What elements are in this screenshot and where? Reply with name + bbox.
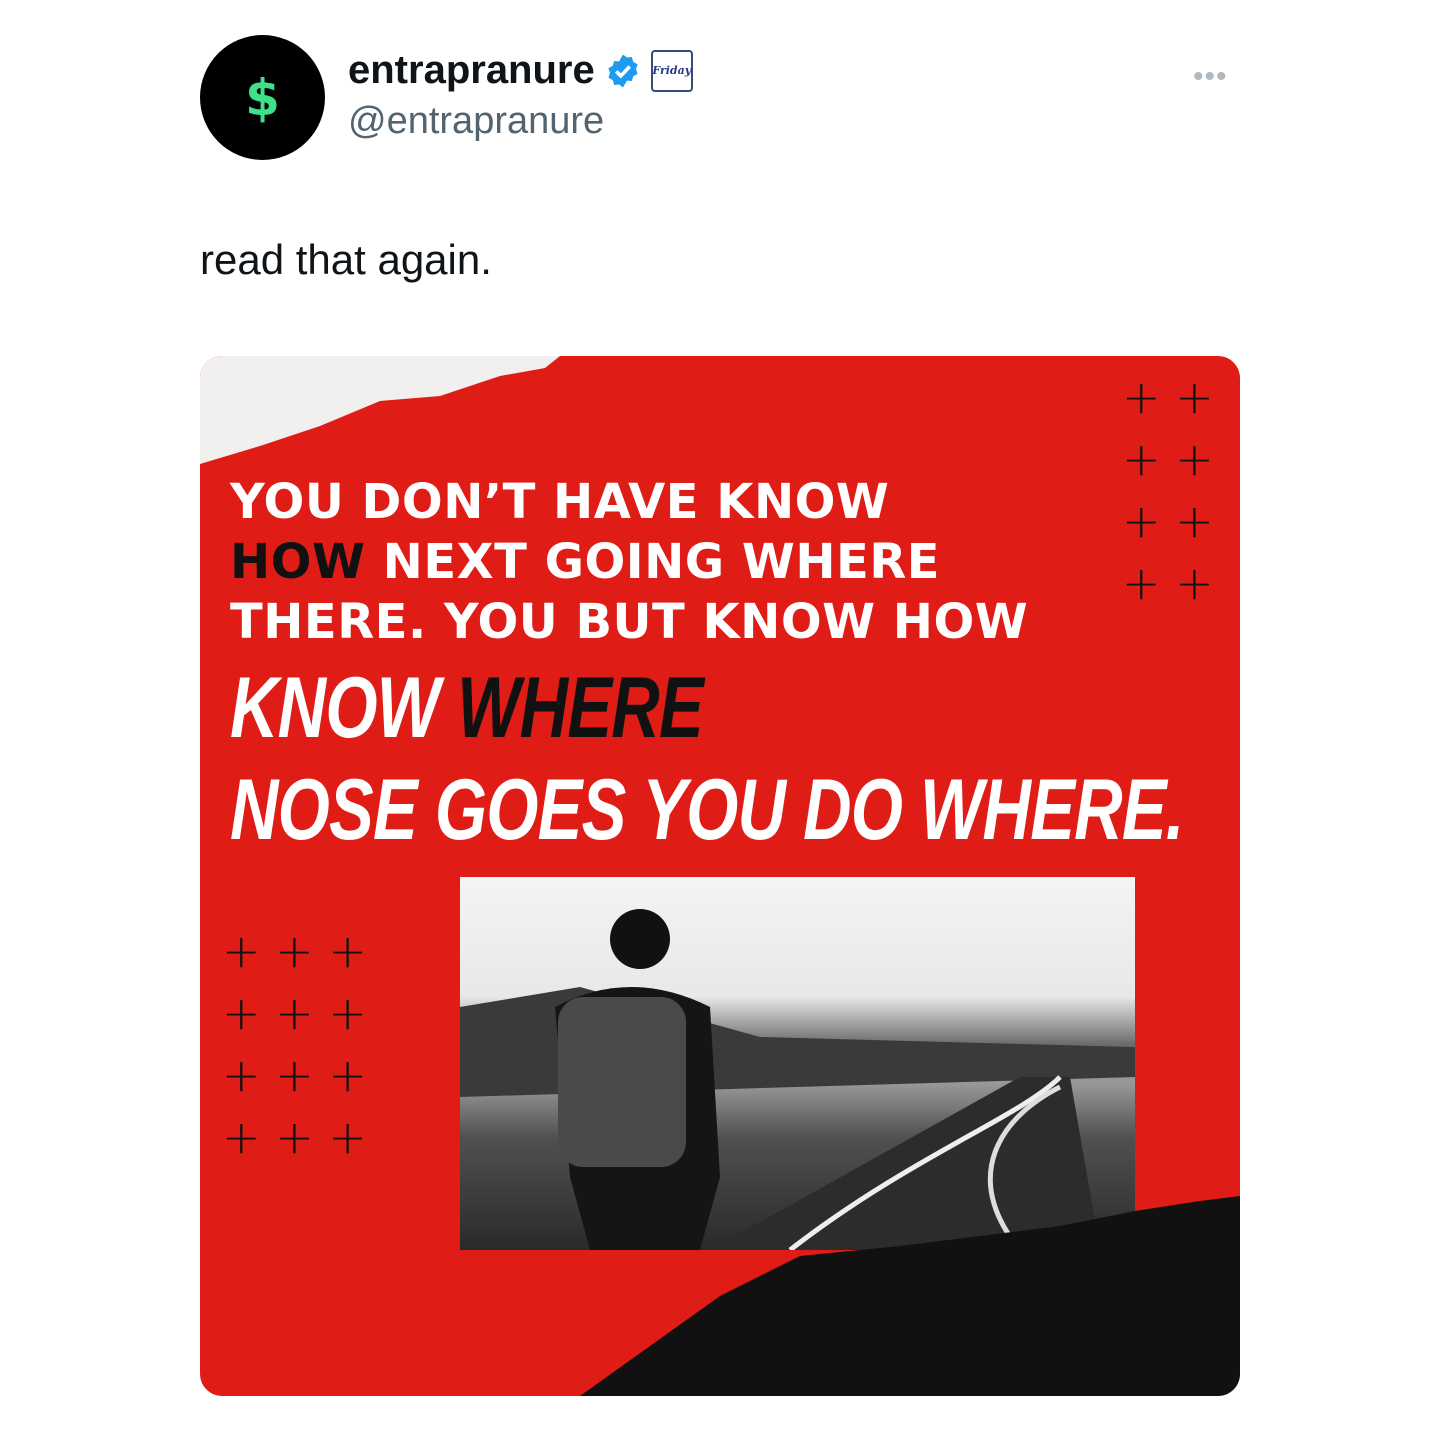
big-where: WHERE [457, 660, 704, 756]
affiliate-badge-icon[interactable]: Friday [650, 49, 693, 92]
dollar-icon: $ [245, 68, 280, 127]
badge-label: Friday [652, 64, 692, 77]
headline-line-2: HOW NEXT GOING WHERE [230, 534, 940, 590]
big-know: KNOW [230, 660, 440, 756]
headline-line-1: YOU DON’T HAVE KNOW [230, 474, 890, 530]
road-photo [460, 877, 1135, 1250]
author-name[interactable]: entrapranure [348, 48, 595, 93]
more-options-icon[interactable]: ••• [1193, 60, 1228, 94]
headline-big-2: NOSE GOES YOU DO WHERE. [230, 762, 1184, 858]
author-handle[interactable]: @entrapranure [348, 100, 604, 143]
headline-big-1: KNOW WHERE [230, 659, 704, 758]
tweet-image[interactable]: YOU DON’T HAVE KNOW HOW NEXT GOING WHERE… [200, 356, 1240, 1396]
tweet-text: read that again. [200, 236, 492, 283]
headline-how: HOW [230, 534, 366, 590]
verified-badge-icon [608, 54, 638, 87]
avatar[interactable]: $ [200, 35, 325, 160]
torn-paper-corner [200, 356, 560, 464]
author-name-row: entrapranure Friday [348, 48, 693, 93]
headline-line-2-rest: NEXT GOING WHERE [382, 534, 941, 590]
headline-line-3: THERE. YOU BUT KNOW HOW [230, 594, 1029, 650]
